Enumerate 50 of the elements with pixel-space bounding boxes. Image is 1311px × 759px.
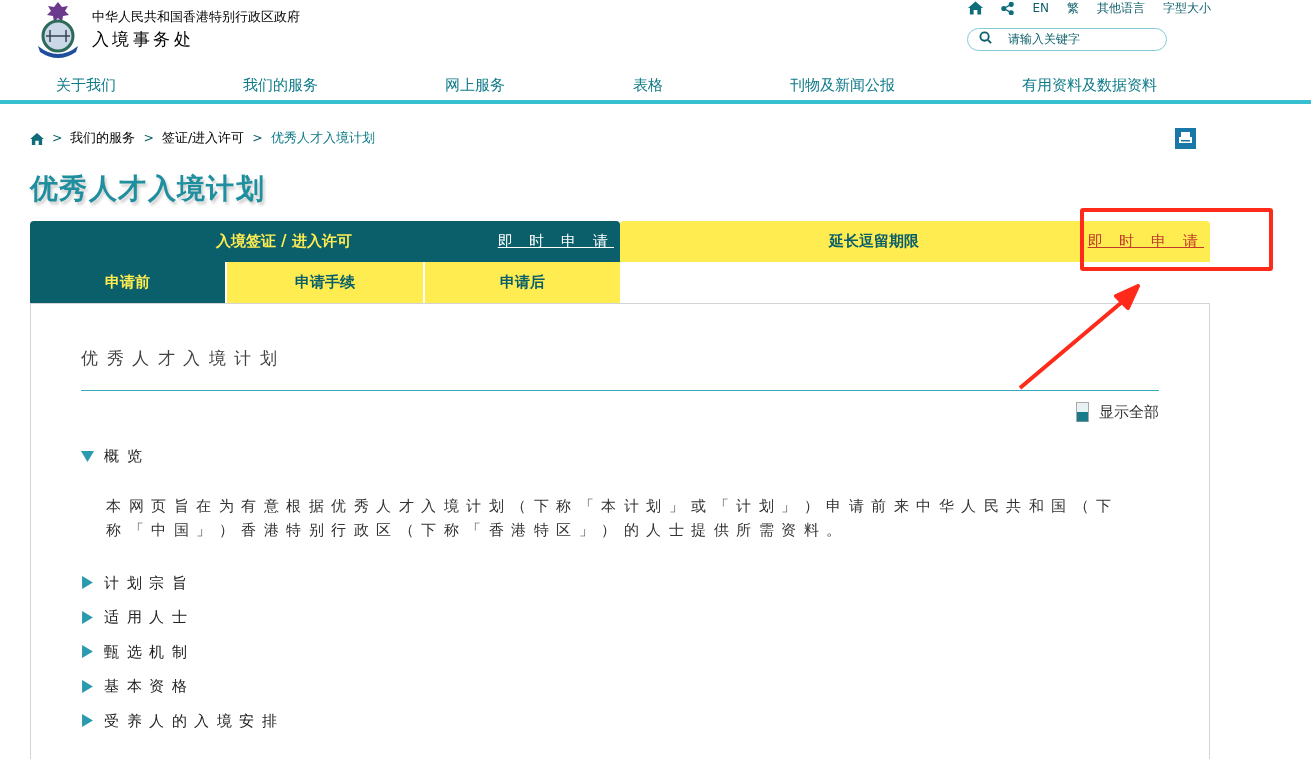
section-toggle[interactable]: 适用人士	[104, 606, 194, 629]
expand-all-icon[interactable]	[1076, 401, 1089, 422]
triangle-right-icon[interactable]	[81, 645, 94, 659]
overview-paragraph: 本网页旨在为有意根据优秀人才入境计划（下称「本计划」或「计划」）申请前来中华人民共和国（下称「中国」）香港特别行政区（下称「香港特区」）的人士提供所需资料。	[105, 495, 1120, 541]
nav-link[interactable]: 关于我们	[52, 73, 120, 97]
tab-label: 入境签证 / 进入许可	[214, 231, 353, 253]
triangle-right-icon[interactable]	[81, 610, 94, 624]
section-toggle[interactable]: 基本资格	[104, 675, 194, 698]
utility-link[interactable]: 其他语言	[1097, 0, 1145, 16]
utility-link[interactable]: 繁	[1067, 0, 1079, 16]
home-icon[interactable]	[30, 132, 44, 145]
triangle-down-icon[interactable]	[81, 449, 94, 463]
department-name: 入境事务处	[92, 28, 195, 51]
breadcrumb-separator: >	[252, 129, 263, 148]
nav-link[interactable]: 我们的服务	[239, 73, 323, 97]
utility-link[interactable]: 字型大小	[1163, 0, 1211, 16]
section-toggle[interactable]: 甄选机制	[104, 640, 194, 663]
apply-now-link[interactable]: 即 时 申 请	[1087, 230, 1204, 253]
breadcrumb-link[interactable]: 我们的服务	[70, 129, 136, 148]
apply-now-link[interactable]: 即 时 申 请	[497, 230, 614, 253]
search-icon	[979, 31, 992, 44]
share-icon[interactable]	[1001, 1, 1015, 15]
section-heading: 优秀人才入境计划	[81, 347, 286, 370]
section-toggle[interactable]: 概览	[104, 445, 149, 468]
category-tab[interactable]: 延长逗留期限 即 时 申 请	[620, 221, 1210, 262]
triangle-right-icon[interactable]	[81, 576, 94, 590]
section-toggle[interactable]: 计划宗旨	[104, 571, 194, 594]
triangle-right-icon[interactable]	[81, 714, 94, 728]
breadcrumb-link[interactable]: 签证/进入许可	[161, 129, 245, 148]
show-all-link[interactable]: 显示全部	[1099, 400, 1159, 423]
breadcrumb-link[interactable]: 优秀人才入境计划	[270, 129, 375, 148]
nav-link[interactable]: 有用资料及数据资料	[1017, 73, 1161, 97]
government-name: 中华人民共和国香港特别行政区政府	[92, 8, 300, 26]
utility-link[interactable]: EN	[1032, 0, 1049, 16]
home-icon[interactable]	[968, 1, 984, 15]
breadcrumb-separator: >	[52, 129, 63, 148]
subtab[interactable]: 申请前	[30, 262, 226, 303]
subtab[interactable]: 申请手续	[227, 262, 423, 303]
nav-link[interactable]: 表格	[628, 73, 667, 97]
section-toggle[interactable]: 受养人的入境安排	[104, 709, 284, 732]
breadcrumb-separator: >	[143, 129, 154, 148]
nav-link[interactable]: 刊物及新闻公报	[785, 73, 899, 97]
subtab[interactable]: 申请后	[424, 262, 620, 303]
tab-label: 延长逗留期限	[827, 231, 920, 253]
print-icon[interactable]	[1175, 128, 1196, 149]
search-field[interactable]: 请输入关键字	[967, 27, 1167, 51]
triangle-right-icon[interactable]	[81, 679, 94, 693]
category-tab[interactable]: 入境签证 / 进入许可 即 时 申 请	[30, 221, 620, 262]
nav-link[interactable]: 网上服务	[441, 73, 510, 97]
page-title: 优秀人才入境计划	[28, 171, 267, 207]
